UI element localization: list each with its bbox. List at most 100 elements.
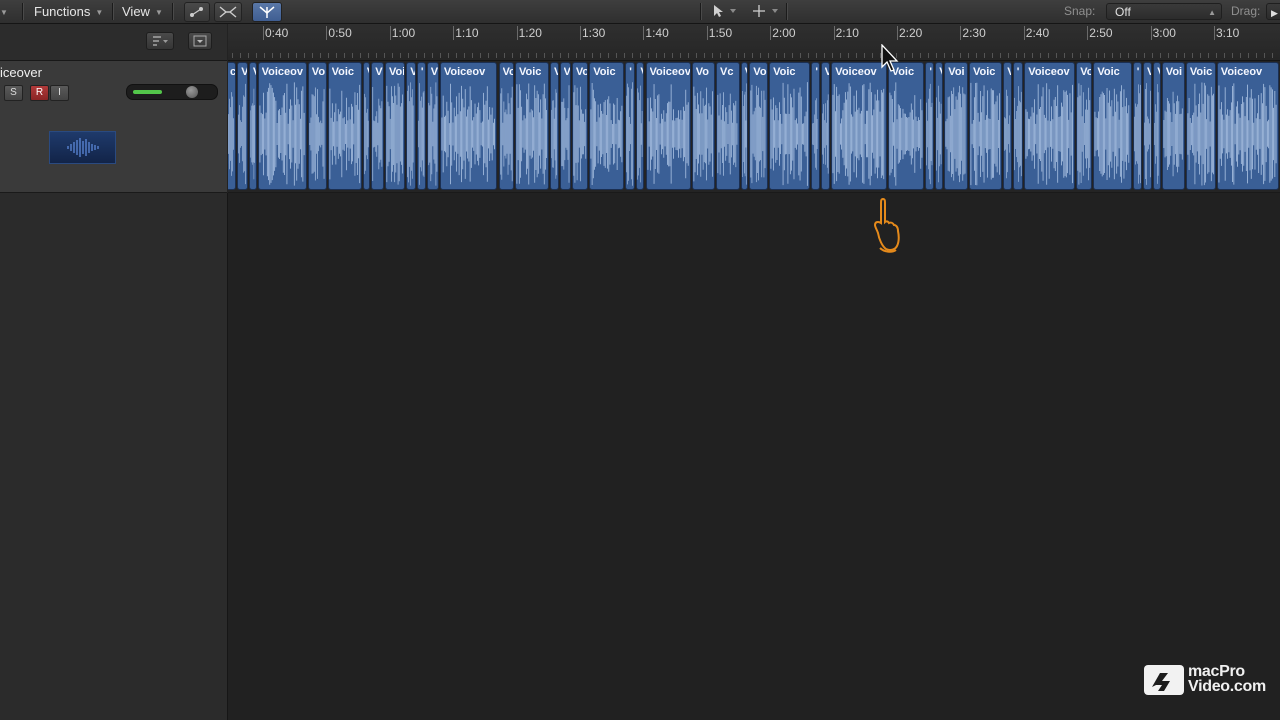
ruler-minor-tick: [1240, 53, 1241, 58]
audio-region[interactable]: Voi: [385, 62, 406, 190]
audio-region[interactable]: Voic: [515, 62, 549, 190]
ruler-minor-tick: [608, 53, 609, 58]
audio-region[interactable]: Vo: [307, 62, 327, 190]
audio-region[interactable]: V: [371, 62, 385, 190]
audio-region[interactable]: Voic: [887, 62, 925, 190]
audio-region[interactable]: V: [237, 62, 248, 190]
command-click-tool-menu[interactable]: [746, 2, 782, 20]
audio-region[interactable]: V: [406, 62, 416, 190]
flex-button[interactable]: [214, 2, 242, 22]
audio-region[interactable]: c: [228, 62, 237, 190]
catch-playhead-button[interactable]: [252, 2, 282, 22]
track-name[interactable]: iceover: [0, 65, 42, 80]
audio-region[interactable]: Voi: [571, 62, 589, 190]
audio-region[interactable]: Voiceov: [1024, 62, 1076, 190]
track-filter-button[interactable]: [146, 32, 174, 50]
ruler-minor-tick: [920, 53, 921, 58]
volume-knob[interactable]: [186, 86, 198, 98]
audio-region[interactable]: V: [740, 62, 749, 190]
input-monitor-button[interactable]: I: [50, 85, 69, 101]
audio-region[interactable]: ': [1012, 62, 1024, 190]
audio-region[interactable]: ': [811, 62, 820, 190]
timeline-ruler[interactable]: 0:40 0:50 1:00 1:10 1:20 1:30 1:40 1:50 2:00 2:10…: [228, 24, 1280, 61]
audio-region[interactable]: Voic: [769, 62, 811, 190]
track-lane[interactable]: cVVVoiceovVoVoicVVVoiV'VVoiceovVoiVoicVV…: [228, 61, 1280, 193]
audio-region[interactable]: Voi: [944, 62, 968, 190]
record-enable-button[interactable]: R: [30, 85, 49, 101]
audio-region[interactable]: Voiceov: [1216, 62, 1279, 190]
audio-region[interactable]: Voiceov: [645, 62, 691, 190]
audio-region[interactable]: V: [1003, 62, 1012, 190]
ruler-minor-tick: [664, 53, 665, 58]
audio-region-label: Voi: [753, 66, 767, 78]
left-click-tool-menu[interactable]: [704, 2, 740, 20]
waveform-icon: [1187, 82, 1214, 186]
waveform-icon: [386, 83, 403, 185]
audio-region[interactable]: ': [925, 62, 935, 190]
audio-region[interactable]: V: [820, 62, 831, 190]
audio-region[interactable]: V: [248, 62, 257, 190]
audio-region[interactable]: ': [625, 62, 636, 190]
waveform-icon: [693, 86, 713, 182]
audio-region[interactable]: Voiceov: [439, 62, 498, 190]
snap-select[interactable]: Off ▲▼: [1106, 3, 1222, 34]
ruler-minor-tick: [1080, 53, 1081, 58]
solo-button[interactable]: S: [4, 85, 23, 101]
ruler-minor-tick: [432, 53, 433, 58]
ruler-minor-tick: [616, 53, 617, 58]
audio-region-label: Voi: [948, 66, 965, 78]
track-icon[interactable]: [49, 131, 116, 164]
audio-region[interactable]: ': [416, 62, 426, 190]
audio-region[interactable]: Voiceov: [257, 62, 307, 190]
audio-region[interactable]: V: [935, 62, 944, 190]
track-header[interactable]: iceover S R I: [0, 61, 227, 193]
waveform-icon: [970, 82, 1000, 186]
ruler-minor-tick: [1120, 53, 1121, 58]
automation-button[interactable]: [184, 2, 210, 22]
drag-select[interactable]: ▶: [1266, 3, 1280, 20]
ruler-minor-tick: [1192, 53, 1193, 58]
ruler-minor-tick: [1104, 53, 1105, 58]
audio-region[interactable]: Vc: [716, 62, 740, 190]
audio-region[interactable]: V: [550, 62, 559, 190]
ruler-minor-tick: [1016, 53, 1017, 58]
audio-region[interactable]: V: [1143, 62, 1153, 190]
waveform-icon: [441, 83, 495, 185]
view-menu[interactable]: View ▼: [122, 0, 163, 23]
audio-region-label: Voic: [331, 66, 355, 78]
audio-region-label: V: [367, 66, 369, 79]
audio-region[interactable]: Voic: [589, 62, 625, 190]
audio-region[interactable]: Voic: [1185, 62, 1216, 190]
audio-region[interactable]: V: [559, 62, 571, 190]
audio-region[interactable]: ': [1132, 62, 1142, 190]
audio-region-label: V: [564, 66, 571, 79]
audio-region[interactable]: Voic: [327, 62, 362, 190]
audio-region[interactable]: V: [362, 62, 371, 190]
chevron-down-icon: ▼: [154, 8, 163, 17]
ruler-minor-tick: [1056, 53, 1057, 58]
catch-playhead-icon: [259, 6, 275, 18]
audio-region[interactable]: V: [1153, 62, 1161, 190]
audio-region[interactable]: Voi: [749, 62, 769, 190]
waveform-icon: [822, 94, 829, 174]
audio-region[interactable]: Voic: [969, 62, 1003, 190]
toolbar-divider: [172, 3, 174, 20]
audio-region[interactable]: Voi: [1161, 62, 1185, 190]
track-options-button[interactable]: [188, 32, 212, 50]
ruler-minor-tick: [1032, 53, 1033, 58]
audio-region[interactable]: Voic: [1093, 62, 1132, 190]
audio-region[interactable]: Voi: [498, 62, 514, 190]
logo-line-1: macPro: [1188, 663, 1245, 680]
volume-slider[interactable]: [126, 84, 218, 100]
audio-region[interactable]: Voiceov: [831, 62, 887, 190]
audio-region[interactable]: Vo: [691, 62, 715, 190]
audio-region[interactable]: Vo: [1076, 62, 1093, 190]
audio-region[interactable]: V: [426, 62, 439, 190]
audio-region-label: Voic: [519, 66, 542, 78]
arrange-area[interactable]: [228, 193, 1280, 720]
ruler-minor-tick: [456, 53, 457, 58]
menu-caret-left[interactable]: ▼: [0, 0, 8, 23]
audio-region[interactable]: V: [636, 62, 645, 190]
functions-menu[interactable]: Functions ▼: [34, 0, 103, 23]
ruler-minor-tick: [1088, 53, 1089, 58]
